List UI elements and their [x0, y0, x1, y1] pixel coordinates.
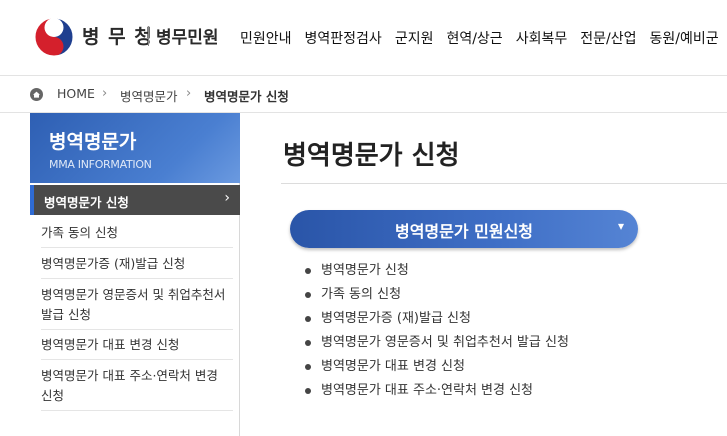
- sidebar-item-label: 병역명문가 신청: [44, 195, 129, 210]
- global-nav: 민원안내 병역판정검사 군지원 현역/상근 사회복무 전문/산업 동원/예비군: [240, 28, 727, 48]
- bullet-icon: [305, 364, 311, 370]
- org-name[interactable]: 병 무 청: [82, 22, 153, 49]
- nav-item-civil-guide[interactable]: 민원안내: [240, 28, 292, 48]
- service-name[interactable]: 병무민원: [156, 23, 219, 48]
- list-item[interactable]: 병역명문가 대표 변경 신청: [305, 358, 569, 382]
- list-item-label: 병역명문가 신청: [321, 263, 409, 278]
- bullet-icon: [305, 388, 311, 394]
- page-title: 병역명문가 신청: [283, 141, 460, 171]
- header: 병 무 청 병무민원 민원안내 병역판정검사 군지원 현역/상근 사회복무 전문…: [0, 0, 727, 75]
- list-item[interactable]: 병역명문가 영문증서 및 취업추천서 발급 신청: [305, 334, 569, 358]
- list-item[interactable]: 병역명문가 대표 주소·연락처 변경 신청: [305, 382, 569, 406]
- breadcrumb-item-mma[interactable]: 병역명문가: [120, 86, 178, 105]
- nav-item-active-duty[interactable]: 현역/상근: [446, 28, 502, 48]
- chevron-right-icon: ›: [102, 86, 108, 101]
- list-item-label: 병역명문가 영문증서 및 취업추천서 발급 신청: [321, 335, 569, 350]
- breadcrumb-current: 병역명문가 신청: [204, 89, 289, 104]
- list-item[interactable]: 병역명문가 신청: [305, 262, 569, 286]
- sidebar-item-representative-change[interactable]: 병역명문가 대표 변경 신청: [41, 335, 233, 360]
- civil-request-dropdown[interactable]: 병역명문가 민원신청 ▾: [290, 210, 638, 248]
- bullet-icon: [305, 268, 311, 274]
- sidebar-title: 병역명문가: [49, 131, 137, 153]
- bullet-icon: [305, 292, 311, 298]
- nav-item-professional[interactable]: 전문/산업: [580, 28, 636, 48]
- sidebar: 병역명문가 MMA INFORMATION 병역명문가 신청 › 가족 동의 신…: [30, 113, 240, 436]
- list-item-label: 병역명문가 대표 변경 신청: [321, 359, 465, 374]
- sidebar-item-certificate-reissue[interactable]: 병역명문가증 (재)발급 신청: [41, 254, 233, 279]
- sidebar-header: 병역명문가 MMA INFORMATION: [30, 113, 240, 183]
- bullet-icon: [305, 340, 311, 346]
- list-item[interactable]: 가족 동의 신청: [305, 286, 569, 310]
- request-link-list: 병역명문가 신청 가족 동의 신청 병역명문가증 (재)발급 신청 병역명문가 …: [305, 262, 569, 406]
- sidebar-item-english-certificate[interactable]: 병역명문가 영문증서 및 취업추천서 발급 신청: [41, 285, 233, 330]
- title-divider: [281, 183, 727, 184]
- list-item-label: 병역명문가 대표 주소·연락처 변경 신청: [321, 383, 534, 398]
- bullet-icon: [305, 316, 311, 322]
- sidebar-subtitle: MMA INFORMATION: [49, 158, 152, 171]
- nav-item-military-apply[interactable]: 군지원: [395, 28, 434, 48]
- list-item-label: 가족 동의 신청: [321, 287, 402, 302]
- sidebar-item-family-consent[interactable]: 가족 동의 신청: [41, 223, 233, 248]
- sidebar-item-address-change[interactable]: 병역명문가 대표 주소·연락처 변경 신청: [41, 366, 233, 411]
- chevron-down-icon: ▾: [617, 219, 624, 233]
- nav-item-social-service[interactable]: 사회복무: [516, 28, 568, 48]
- chevron-right-icon: ›: [224, 190, 230, 206]
- home-icon[interactable]: [30, 88, 43, 101]
- list-item-label: 병역명문가증 (재)발급 신청: [321, 311, 471, 326]
- breadcrumb-home[interactable]: HOME: [57, 86, 95, 101]
- dropdown-label: 병역명문가 민원신청: [394, 222, 534, 241]
- chevron-right-icon: ›: [186, 86, 192, 101]
- nav-item-reserve[interactable]: 동원/예비군: [649, 28, 718, 48]
- logo-divider: [148, 26, 149, 46]
- nav-item-exam[interactable]: 병역판정검사: [305, 28, 382, 48]
- list-item[interactable]: 병역명문가증 (재)발급 신청: [305, 310, 569, 334]
- breadcrumb: HOME › 병역명문가 › 병역명문가 신청: [0, 75, 727, 113]
- taegeuk-logo-icon[interactable]: [34, 17, 74, 57]
- sidebar-item-active[interactable]: 병역명문가 신청 ›: [30, 185, 240, 215]
